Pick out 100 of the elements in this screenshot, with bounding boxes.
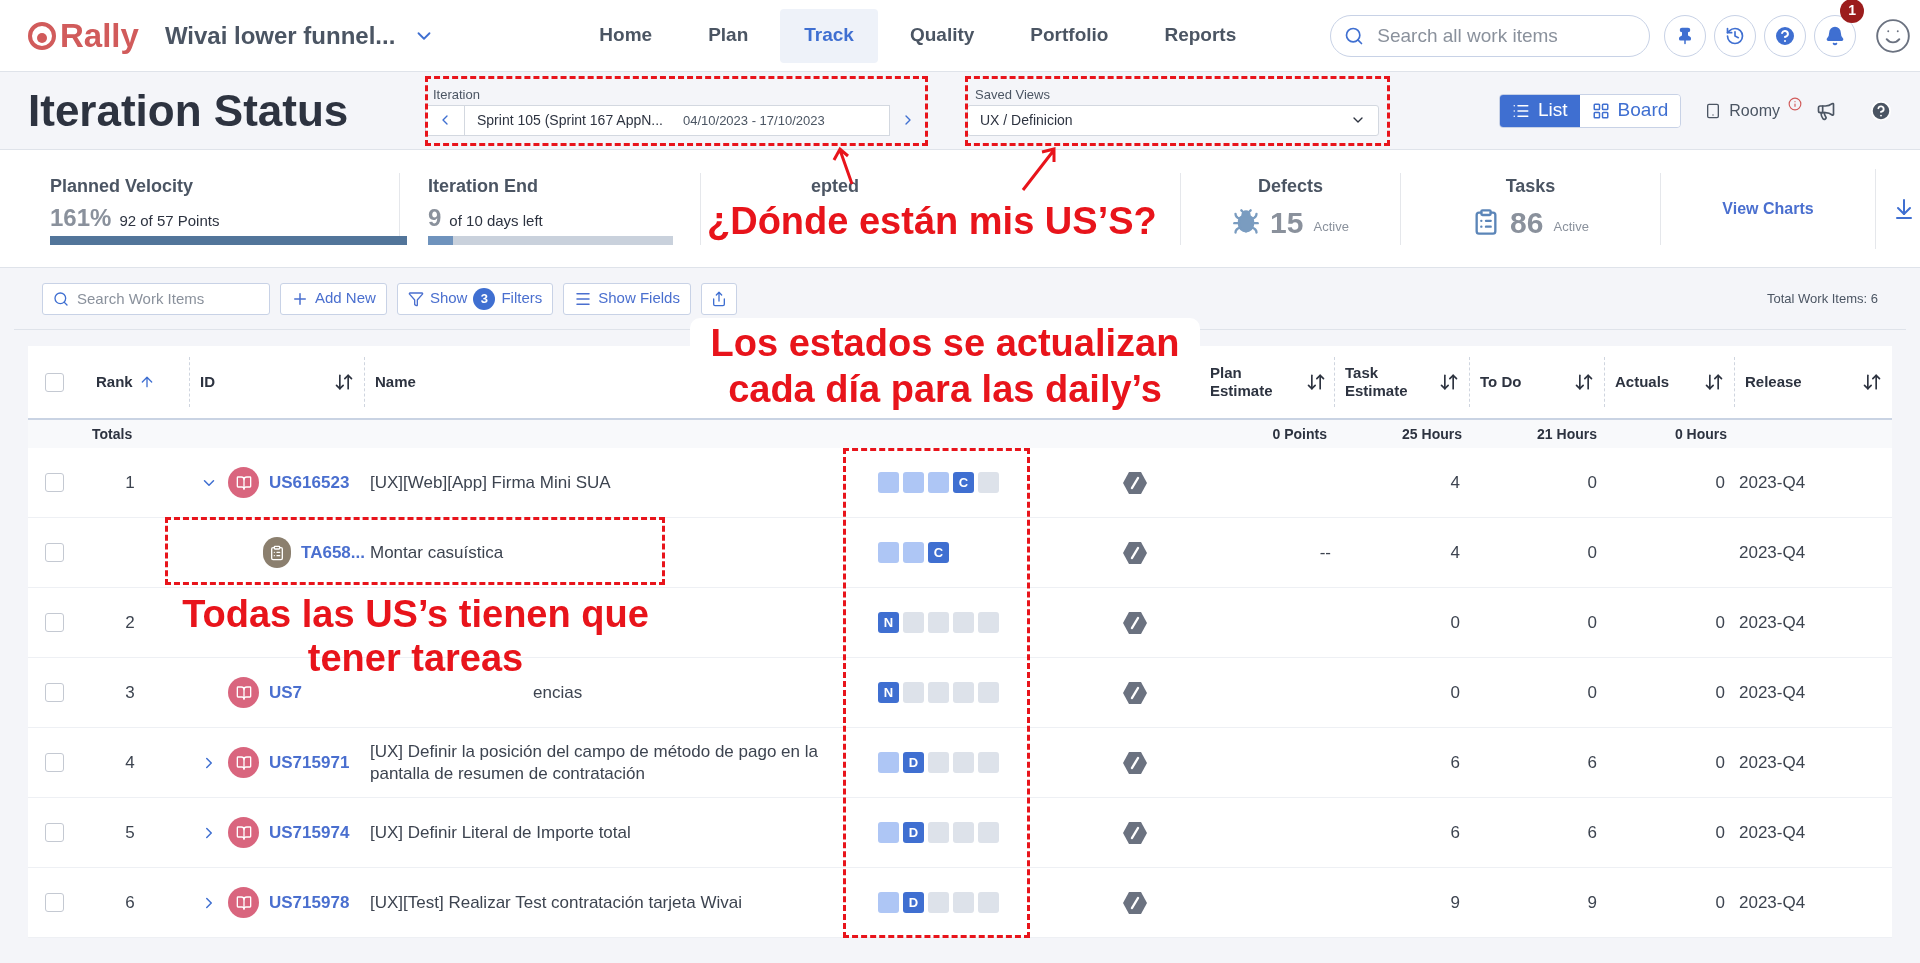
show-fields-button[interactable]: Show Fields — [563, 282, 691, 315]
column-header[interactable]: Rank — [96, 370, 133, 394]
sort-icon[interactable] — [334, 372, 354, 392]
task-estimate-cell: 0 — [1450, 612, 1460, 632]
iteration-selector[interactable]: Sprint 105 (Sprint 167 AppN... 04/10/2023 - 17/10/2023 — [465, 104, 890, 136]
column-header[interactable]: ID — [200, 370, 215, 394]
work-item-name: [UX][Web][App] Firma Mini SUA — [370, 472, 611, 492]
nav-tab[interactable]: Plan — [684, 8, 773, 63]
sort-icon[interactable] — [1574, 372, 1594, 392]
work-item-name: encias — [533, 682, 583, 702]
task-estimate-cell: 6 — [1450, 752, 1460, 772]
state-step-current: C — [953, 472, 974, 493]
sort-icon[interactable] — [1439, 372, 1459, 392]
info-icon[interactable] — [1787, 96, 1802, 111]
column-header[interactable]: Release — [1745, 370, 1802, 394]
view-toggle-button[interactable]: Board — [1579, 94, 1681, 127]
export-icon — [710, 290, 727, 307]
nav-tab[interactable]: Track — [780, 8, 878, 63]
view-charts-link[interactable]: View Charts — [1722, 196, 1814, 221]
sort-icon[interactable] — [1306, 372, 1326, 392]
release-cell: 2023-Q4 — [1739, 892, 1806, 912]
column-header[interactable]: To Do — [1480, 370, 1522, 394]
actuals-cell: 0 — [1715, 892, 1725, 912]
work-item-id-link[interactable]: US616523 — [269, 469, 350, 496]
export-button[interactable] — [700, 282, 737, 315]
task-icon — [263, 537, 292, 568]
release-cell: 2023-Q4 — [1739, 822, 1806, 842]
notifications-button[interactable] — [1814, 14, 1857, 57]
grid-icon — [1591, 101, 1610, 120]
roomy-button[interactable]: Roomy — [1729, 98, 1780, 123]
release-cell: 2023-Q4 — [1739, 542, 1806, 562]
rally-logo-text[interactable]: Rally — [60, 10, 139, 61]
blocked-hexagon-icon[interactable] — [1122, 750, 1148, 775]
task-estimate-cell: 6 — [1450, 822, 1460, 842]
row-checkbox[interactable] — [45, 753, 64, 772]
release-cell: 2023-Q4 — [1739, 612, 1806, 632]
rank-text: 4 — [125, 752, 135, 772]
nav-tab[interactable]: Portfolio — [1006, 8, 1133, 63]
totals-cell: 25 Hours — [1402, 425, 1462, 442]
metric-detail: Active — [1553, 218, 1589, 237]
to-do-cell: 9 — [1587, 892, 1597, 912]
filters-button[interactable]: Show 3 Filters — [396, 282, 554, 315]
nav-tab[interactable]: Reports — [1140, 8, 1261, 63]
total-work-items: Total Work Items: 6 — [1767, 289, 1878, 308]
totals-cell: 0 Hours — [1674, 425, 1727, 442]
work-item-id-link[interactable]: US715974 — [269, 819, 350, 846]
row-checkbox[interactable] — [45, 683, 64, 702]
add-new-button[interactable]: Add New — [280, 282, 387, 315]
work-item-name: [UX] Definir la posición del campo de método de pago en la pantalla de resumen de contratación — [370, 741, 818, 783]
blocked-hexagon-icon[interactable] — [1122, 470, 1148, 495]
task-estimate-cell: 0 — [1450, 682, 1460, 702]
blocked-hexagon-icon[interactable] — [1122, 820, 1148, 845]
avatar-icon[interactable] — [1874, 16, 1913, 55]
blocked-hexagon-icon[interactable] — [1122, 890, 1148, 915]
row-checkbox[interactable] — [45, 473, 64, 492]
view-toggle-button[interactable]: List — [1500, 94, 1580, 127]
row-checkbox[interactable] — [45, 893, 64, 912]
nav-tab[interactable]: Home — [575, 8, 677, 63]
nav-tab[interactable]: Quality — [885, 8, 999, 63]
blocked-hexagon-icon[interactable] — [1122, 540, 1148, 565]
saved-views-dropdown[interactable]: UX / Definicion — [967, 104, 1379, 136]
work-item-id-link[interactable]: US7 — [269, 679, 303, 706]
work-item-id-link[interactable]: US715978 — [269, 889, 350, 916]
sort-icon[interactable] — [1704, 372, 1724, 392]
work-item-id-link[interactable]: US715971 — [269, 749, 350, 776]
actuals-cell: 0 — [1715, 612, 1725, 632]
bell-icon — [1825, 25, 1846, 46]
megaphone-icon[interactable] — [1815, 100, 1836, 121]
release-cell: 2023-Q4 — [1739, 682, 1806, 702]
sort-icon[interactable] — [1862, 372, 1882, 392]
row-checkbox[interactable] — [45, 613, 64, 632]
column-header[interactable]: Plan Estimate — [1210, 364, 1290, 400]
blocked-hexagon-icon[interactable] — [1122, 680, 1148, 705]
release-cell: 2023-Q4 — [1739, 472, 1806, 492]
row-checkbox[interactable] — [45, 823, 64, 842]
logo-icon — [28, 21, 56, 50]
actuals-cell: 0 — [1715, 822, 1725, 842]
select-all-checkbox[interactable] — [45, 372, 64, 392]
metric-label: Defects — [1258, 174, 1323, 198]
row-checkbox[interactable] — [45, 543, 64, 562]
to-do-cell: 0 — [1587, 612, 1597, 632]
task-estimate-cell: 9 — [1450, 892, 1460, 912]
column-header[interactable]: Actuals — [1615, 370, 1670, 394]
to-do-cell: 0 — [1587, 472, 1597, 492]
blocked-hexagon-icon[interactable] — [1122, 610, 1148, 635]
previous-iteration-button[interactable] — [425, 104, 465, 136]
column-header[interactable]: Name — [375, 372, 416, 390]
search-field[interactable]: Search all work items — [1330, 14, 1651, 57]
filter-icon — [407, 290, 424, 307]
state-step-current: N — [878, 682, 899, 703]
actuals-cell: 0 — [1715, 752, 1725, 772]
filter-count-badge: 3 — [473, 287, 496, 310]
work-item-id-link[interactable]: TA658... — [301, 539, 365, 566]
to-do-cell: 0 — [1587, 682, 1597, 702]
column-header[interactable]: Task Estimate — [1345, 364, 1425, 400]
search-work-items-field[interactable]: Search Work Items — [42, 282, 270, 315]
help-icon[interactable] — [1869, 99, 1892, 122]
metric-label: Tasks — [1505, 174, 1556, 198]
project-selector[interactable]: Wivai lower funnel... — [164, 17, 436, 54]
metric-label: Planned Velocity — [50, 174, 195, 198]
